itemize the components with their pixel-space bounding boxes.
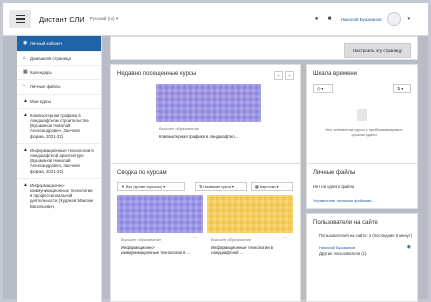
course-image[interactable] <box>156 84 261 122</box>
sidebar-item-files[interactable]: ▫ Личные файлы <box>17 80 101 95</box>
sidebar-item-course[interactable]: ▲ Информационно-коммуникационные техноло… <box>17 179 101 213</box>
course-overview-block: Сводка по курсам ▼ Все (кроме скрытых) ▾… <box>110 163 301 302</box>
sidebar-item-my-courses[interactable]: ▲ Мои курсы <box>17 95 101 109</box>
other-users-text: Другие пользователи (1) <box>319 251 367 256</box>
sidebar-item-course[interactable]: ▲ Информационные технологии в ландшафтно… <box>17 144 101 179</box>
avatar[interactable] <box>387 12 402 26</box>
calendar-icon: ▦ <box>23 69 28 76</box>
block-title: Недавно посещенные курсы <box>117 71 197 77</box>
online-user-link[interactable]: Николай Бушманов <box>319 245 355 250</box>
file-icon: ▫ <box>23 83 25 90</box>
language-selector[interactable]: Русский (ru) ▾ <box>90 16 118 22</box>
bell-icon[interactable]: ● <box>315 16 322 23</box>
timeline-filter-dropdown[interactable]: ◷ ▾ <box>313 84 333 93</box>
course-category: Высшее образование <box>211 237 252 242</box>
home-icon: ⌂ <box>23 55 27 61</box>
graduation-cap-icon: ▲ <box>23 181 28 188</box>
graduation-cap-icon: ▲ <box>23 97 28 104</box>
sidebar-item-label: Личные файлы <box>30 84 61 90</box>
sort-dropdown[interactable]: ⇅ Название курса ▾ <box>195 182 247 191</box>
clipboard-icon <box>357 109 367 121</box>
site-brand[interactable]: Дистант СЛИ <box>39 15 85 24</box>
view-dropdown[interactable]: ▦ Карточки ▾ <box>251 182 293 191</box>
online-users-block: Пользователи на сайте Пользователей на с… <box>306 213 418 302</box>
chevron-left-icon[interactable]: ‹ <box>274 71 283 80</box>
graduation-cap-icon: ▲ <box>23 146 28 153</box>
chat-icon[interactable]: ■ <box>328 16 335 23</box>
course-image[interactable] <box>117 195 203 233</box>
manage-files-link[interactable]: Управление личными файлами... <box>313 198 375 203</box>
timeline-sort-dropdown[interactable]: ⇅ ▾ <box>393 84 411 93</box>
sidebar-item-course[interactable]: ▲ Компьютерная графика в ландшафтном стр… <box>17 109 101 144</box>
block-title: Пользователи на сайте <box>313 220 378 226</box>
user-name[interactable]: Николай Бушманов <box>341 17 382 22</box>
course-menu-icon[interactable]: ⋯ <box>193 235 197 240</box>
chevron-right-icon[interactable]: › <box>285 71 294 80</box>
customize-page-button[interactable]: Настроить эту страницу <box>344 43 411 58</box>
private-files-block: Личные файлы Нет ни одного файла Управле… <box>306 163 418 209</box>
files-empty-text: Нет ни одного файла <box>313 184 355 189</box>
course-name-link[interactable]: Информационные технологии в ландшафтной … <box>211 245 286 255</box>
online-summary: Пользователей на сайте: 2 (последние 5 м… <box>319 233 413 238</box>
sidebar-item-label: Мои курсы <box>30 98 52 104</box>
sidebar-item-label: Личный кабинет <box>30 40 63 46</box>
course-menu-icon[interactable]: ⋯ <box>283 235 287 240</box>
course-category: Высшее образование <box>159 126 200 131</box>
filter-dropdown[interactable]: ▼ Все (кроме скрытых) ▾ <box>117 182 185 191</box>
course-name-link[interactable]: Информационно-коммуникационные технологи… <box>121 245 191 255</box>
sidebar-item-label: Компьютерная графика в ландшафтном строи… <box>30 112 89 139</box>
course-image[interactable] <box>207 195 293 233</box>
graduation-cap-icon: ▲ <box>23 111 28 118</box>
timeline-empty-text: Нет элементов курса с приближающимся сро… <box>325 127 403 137</box>
block-title: Шкала времени <box>313 71 358 77</box>
sidebar-item-home[interactable]: ⌂ Домашняя страница <box>17 52 101 67</box>
sidebar-item-calendar[interactable]: ▦ Календарь <box>17 66 101 81</box>
top-navbar: Дистант СЛИ Русский (ru) ▾ ● ■ Николай Б… <box>3 3 428 36</box>
sidebar-item-label: Информационные технологии в ландшафтной … <box>30 147 94 174</box>
sidebar-item-dashboard[interactable]: ◉ Личный кабинет <box>17 36 101 52</box>
eye-icon[interactable]: ◉ <box>407 244 411 250</box>
block-title: Сводка по курсам <box>117 170 167 176</box>
sidebar-item-label: Информационно-коммуникационные технологи… <box>30 182 93 209</box>
course-name-link[interactable]: Компьютерная графика в ландшафтно... <box>159 134 238 139</box>
sidebar: ◉ Личный кабинет ⌂ Домашняя страница ▦ К… <box>17 36 102 302</box>
course-category: Высшее образование <box>121 237 162 242</box>
sidebar-item-label: Календарь <box>30 70 52 76</box>
menu-toggle-button[interactable] <box>9 10 31 28</box>
chevron-down-icon[interactable]: ▾ <box>407 16 410 22</box>
main-content: Настроить эту страницу Недавно посещенны… <box>110 36 418 302</box>
dashboard-icon: ◉ <box>23 39 28 46</box>
page-header-card: Настроить эту страницу <box>110 36 418 60</box>
block-title: Личные файлы <box>313 170 356 176</box>
sidebar-item-label: Домашняя страница <box>30 56 71 61</box>
